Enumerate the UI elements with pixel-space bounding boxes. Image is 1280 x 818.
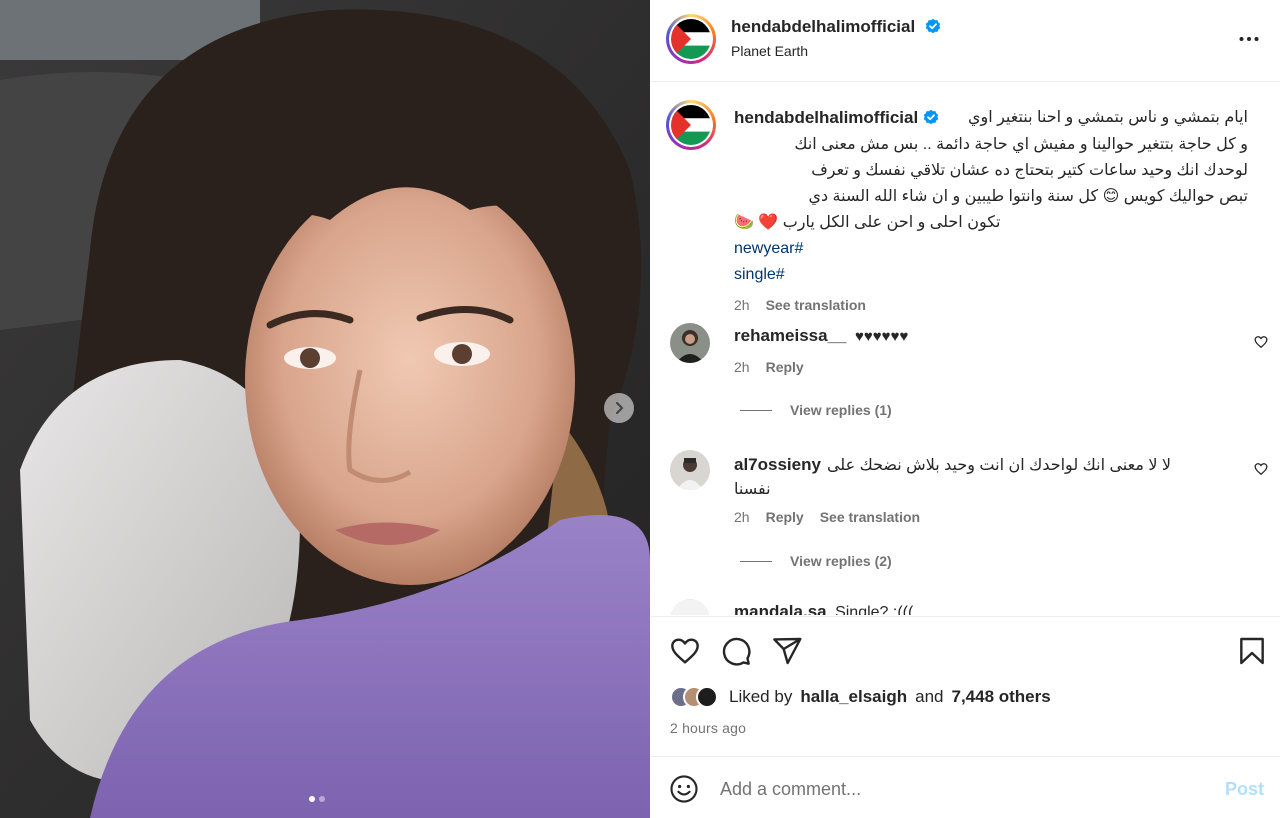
save-button[interactable]: [1236, 635, 1268, 672]
comment: mandala.sa Single? :(((: [734, 602, 913, 615]
comment-time: 2h: [734, 359, 750, 375]
caption-author-avatar[interactable]: [666, 100, 716, 150]
caption-line: لوحدك انك وحيد ساعات كتير بتحتاج ده عشان…: [811, 162, 1248, 179]
chevron-right-icon: [615, 401, 624, 415]
comment: al7ossieny لا لا معنى انك لواحدك ان انت …: [734, 453, 1214, 502]
likes-and: and: [915, 687, 944, 706]
carousel-dot: [319, 796, 325, 802]
view-replies-button[interactable]: View replies (1): [740, 402, 892, 418]
author-username[interactable]: hendabdelhalimofficial: [731, 17, 915, 36]
avatar-image: [670, 323, 710, 363]
heart-icon: [1254, 336, 1268, 349]
see-translation-button[interactable]: See translation: [820, 509, 920, 525]
share-icon: [773, 637, 802, 665]
comment-username[interactable]: mandala.sa: [734, 602, 827, 615]
post-caption: hendabdelhalimofficial ايام بتمشي و ناس …: [734, 105, 1248, 318]
avatar-image: [670, 599, 710, 615]
caption-line: و كل حاجة بتتغير حوالينا و مفيش اي حاجة …: [794, 136, 1248, 153]
view-replies-label: View replies (1): [790, 402, 892, 418]
commenter-avatar[interactable]: [670, 323, 710, 363]
palestine-flag-avatar: [671, 19, 711, 59]
like-comment-button[interactable]: [1254, 462, 1268, 481]
liker-username[interactable]: halla_elsaigh: [800, 687, 907, 707]
comment-button[interactable]: [720, 635, 752, 672]
carousel-indicator: [309, 796, 325, 802]
post-comment-button[interactable]: Post: [1225, 779, 1264, 800]
commenter-avatar[interactable]: [670, 599, 710, 615]
likes-summary: Liked by halla_elsaigh and 7,448 others: [670, 686, 1051, 708]
comment-time: 2h: [734, 509, 750, 525]
share-button[interactable]: [771, 635, 803, 672]
caption-meta: 2h See translation: [734, 292, 1248, 318]
see-translation-button[interactable]: See translation: [766, 292, 866, 318]
emoji-button[interactable]: [669, 774, 699, 809]
commenter-avatar[interactable]: [670, 450, 710, 490]
hashtag-link[interactable]: single#: [734, 266, 785, 283]
like-comment-button[interactable]: [1254, 335, 1268, 354]
author-avatar[interactable]: [666, 14, 716, 64]
post-photo[interactable]: [0, 0, 650, 818]
caption-line: ايام بتمشي و ناس بتمشي و احنا بنتغير اوي: [967, 109, 1248, 126]
bookmark-icon: [1240, 637, 1264, 665]
reply-button[interactable]: Reply: [766, 509, 804, 525]
palestine-flag-avatar: [671, 105, 711, 145]
view-replies-button[interactable]: View replies (2): [740, 553, 892, 569]
verified-icon: [924, 109, 939, 125]
comment-username[interactable]: rehameissa__: [734, 326, 846, 345]
comment-username[interactable]: al7ossieny: [734, 453, 821, 477]
carousel-dot: [309, 796, 315, 802]
comment-text: لا لا معنى انك لواحدك ان انت وحيد بلاش ن…: [826, 457, 1172, 474]
comment-text: نفسنا: [734, 481, 771, 498]
more-options-button[interactable]: [1238, 28, 1260, 55]
comment-meta: 2h Reply See translation: [734, 509, 920, 525]
view-replies-label: View replies (2): [790, 553, 892, 569]
emoji-icon: [670, 775, 698, 803]
post-header: hendabdelhalimofficial Planet Earth: [650, 0, 1280, 82]
comment: rehameissa__ ♥♥♥♥♥♥: [734, 326, 908, 346]
likes-count-button[interactable]: 7,448 others: [951, 687, 1050, 707]
caption-username[interactable]: hendabdelhalimofficial: [734, 108, 918, 127]
heart-icon: [671, 638, 699, 664]
liked-by-label: Liked by: [729, 687, 793, 706]
post-location[interactable]: Planet Earth: [731, 43, 808, 59]
carousel-next-button[interactable]: [604, 393, 634, 423]
caption-line: تبص حواليك كويس 😊 كل سنة وانتوا طيبين و …: [808, 188, 1248, 205]
comments-list[interactable]: hendabdelhalimofficial ايام بتمشي و ناس …: [650, 83, 1280, 615]
liker-avatar: [696, 686, 718, 708]
comment-input[interactable]: [720, 775, 1140, 803]
comment-icon: [722, 637, 751, 666]
more-icon: [1239, 37, 1259, 41]
like-button[interactable]: [669, 635, 701, 672]
post-details-panel: hendabdelhalimofficial Planet Earth hend…: [650, 0, 1280, 818]
post-timestamp[interactable]: 2 hours ago: [670, 720, 746, 736]
caption-line: تكون احلى و احن على الكل يارب ❤️ 🍉: [734, 214, 1001, 231]
hashtag-link[interactable]: newyear#: [734, 240, 803, 257]
verified-icon: [925, 18, 940, 34]
liker-avatars[interactable]: [670, 686, 718, 708]
avatar-image: [670, 450, 710, 490]
comment-text: ♥♥♥♥♥♥: [854, 328, 909, 345]
caption-time: 2h: [734, 297, 750, 313]
comment-text: Single? :(((: [835, 604, 914, 615]
selfie-image: [0, 0, 650, 818]
add-comment-bar: Post: [650, 756, 1280, 818]
comment-meta: 2h Reply: [734, 359, 804, 375]
heart-icon: [1254, 463, 1268, 476]
reply-button[interactable]: Reply: [766, 359, 804, 375]
